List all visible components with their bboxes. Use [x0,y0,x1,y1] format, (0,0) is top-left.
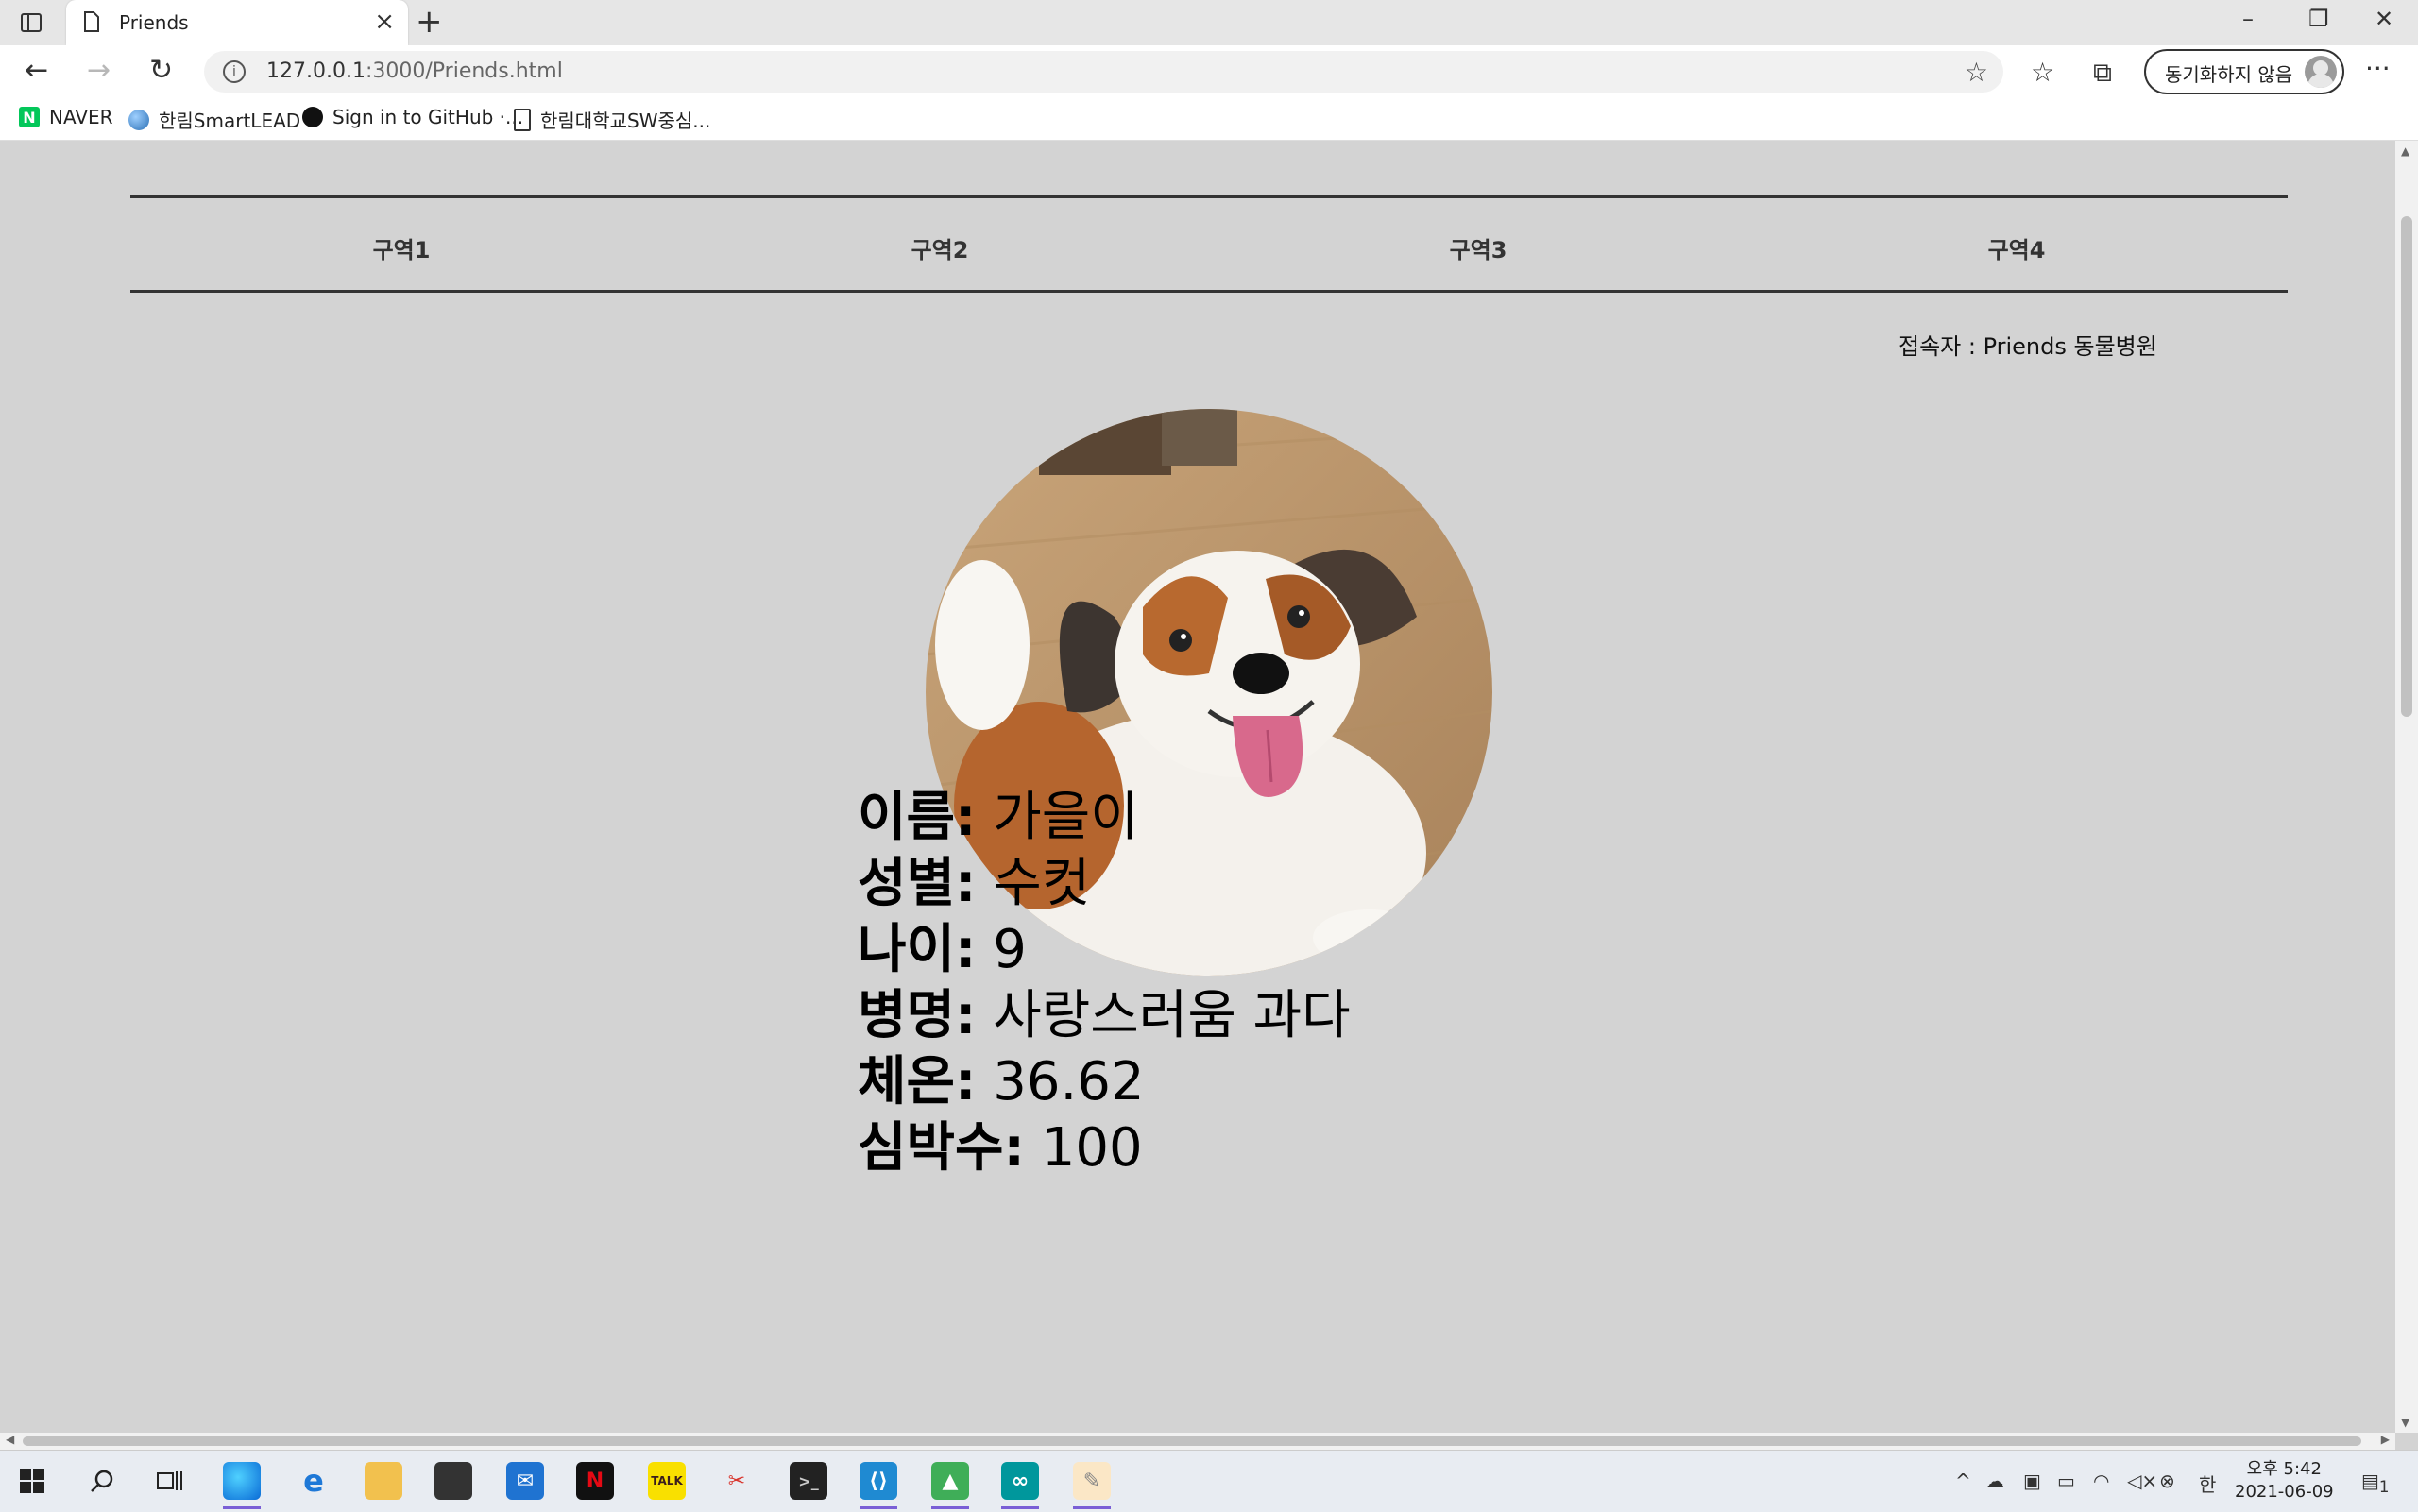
store-icon[interactable] [434,1462,472,1500]
nav-link-area2[interactable]: 구역2 [845,231,1034,264]
close-circle-icon[interactable]: ⊗ [2159,1470,2175,1492]
collections-icon[interactable]: ⧉ [2093,57,2112,89]
add-favorite-icon[interactable]: ☆ [1965,57,1988,88]
pet-heartrate-label: 심박수: [858,1117,1025,1179]
page-icon [83,11,100,36]
kakaotalk-icon[interactable]: TALK [648,1462,686,1500]
sync-label: 동기화하지 않음 [2165,63,2293,86]
nav-link-area1[interactable]: 구역1 [307,231,496,264]
vertical-scrollbar[interactable]: ▲ ▼ [2395,141,2418,1433]
tab-bar: Priends × + – ❐ ✕ [0,0,2418,45]
notification-icon[interactable]: ▤1 [2361,1470,2390,1496]
horizontal-scrollbar[interactable]: ◀ ▶ [0,1433,2395,1450]
pet-age-label: 나이: [858,919,977,980]
github-icon [302,107,323,127]
battery-icon[interactable]: ▭ [2057,1470,2075,1492]
bookmarks-bar: N NAVER 한림SmartLEAD Sign in to GitHub ·.… [0,98,2418,141]
close-window-icon[interactable]: ✕ [2375,6,2393,32]
url-text[interactable]: 127.0.0.1:3000/Priends.html [266,59,563,83]
pet-temp-row: 체온: 36.62 [858,1049,1145,1115]
search-icon[interactable] [83,1462,121,1500]
globe-icon [128,109,149,130]
minimize-icon[interactable]: – [2242,6,2254,32]
horizontal-scroll-thumb[interactable] [23,1436,2361,1446]
nav-link-area3[interactable]: 구역3 [1384,231,1573,264]
pet-heartrate-row: 심박수: 100 [858,1115,1143,1181]
nav-bottom-rule [130,290,2288,293]
pet-disease: 사랑스러움 과다 [993,985,1351,1046]
vscode-icon[interactable]: ⟨⟩ [860,1462,897,1509]
pet-sex-label: 성별: [858,853,977,914]
visitor-text: 접속자 : Priends 동물병원 [1899,333,2157,360]
nodejs-icon[interactable]: ▲ [931,1462,969,1509]
wifi-icon[interactable]: ◠ [2093,1470,2109,1492]
start-icon[interactable] [13,1462,51,1500]
favorites-icon[interactable]: ☆ [2031,57,2054,88]
page-icon [514,108,531,131]
clock-date: 2021-06-09 [2235,1482,2334,1502]
scroll-left-icon[interactable]: ◀ [6,1433,14,1446]
paint-icon[interactable]: ✎ [1073,1462,1111,1509]
restore-icon[interactable]: ❐ [2308,6,2329,32]
volume-muted-icon[interactable]: ◁× [2127,1470,2157,1492]
scroll-down-icon[interactable]: ▼ [2401,1416,2409,1429]
bookmark-github[interactable]: Sign in to GitHub ·... [302,106,523,128]
pet-sex-row: 성별: 수컷 [858,851,1090,917]
close-tab-icon[interactable]: × [374,9,395,34]
ime-indicator[interactable]: 한 [2199,1470,2216,1497]
nav-top-rule [130,195,2288,198]
address-bar[interactable]: i 127.0.0.1:3000/Priends.html ☆ [204,51,2003,93]
meet-now-icon[interactable]: ▣ [2023,1470,2041,1492]
clock[interactable]: 오후 5:42 2021-06-09 [2235,1458,2334,1504]
profile-button[interactable]: 동기화하지 않음 [2144,49,2344,94]
arduino-icon[interactable]: ∞ [1001,1462,1039,1509]
tab-title: Priends [119,11,189,34]
refresh-icon[interactable]: ↻ [149,57,173,85]
pet-heartrate: 100 [1041,1117,1143,1179]
mail-icon[interactable]: ✉ [506,1462,544,1500]
bookmark-hallym-sw[interactable]: 한림대학교SW중심... [514,106,710,133]
taskbar: e ✉ N TALK ✂ >_ ⟨⟩ ▲ ∞ ✎ ^ ☁ ▣ ▭ ◠ ◁× ⊗ … [0,1450,2418,1512]
pet-temp: 36.62 [993,1051,1145,1113]
netflix-icon[interactable]: N [576,1462,614,1500]
pet-temp-label: 체온: [858,1051,977,1113]
pet-name-label: 이름: [858,787,977,848]
pet-disease-row: 병명: 사랑스러움 과다 [858,983,1351,1049]
more-icon[interactable]: ··· [2365,53,2391,84]
back-icon[interactable]: ← [25,57,48,85]
notification-count: 1 [2378,1478,2390,1496]
pet-disease-label: 병명: [858,985,977,1046]
onedrive-icon[interactable]: ☁ [1985,1470,2004,1492]
bookmark-naver[interactable]: N NAVER [19,106,113,128]
show-hidden-icons-icon[interactable]: ^ [1955,1470,1971,1492]
file-explorer-icon[interactable] [365,1462,402,1500]
avatar [2305,56,2337,88]
scroll-up-icon[interactable]: ▲ [2401,144,2409,158]
pet-name-row: 이름: 가을이 [858,785,1139,851]
naver-icon: N [19,107,40,127]
task-view-icon[interactable] [151,1462,189,1500]
snip-icon[interactable]: ✂ [718,1462,756,1500]
new-tab-icon[interactable]: + [416,6,443,38]
browser-tab[interactable]: Priends × [66,0,408,45]
forward-icon[interactable]: → [87,57,111,85]
bookmark-smartlead[interactable]: 한림SmartLEAD [128,106,300,133]
page-viewport: 구역1 구역2 구역3 구역4 접속자 : Priends 동물병원 이름: 가… [0,141,2395,1433]
vertical-scroll-thumb[interactable] [2401,216,2412,717]
pet-age-row: 나이: 9 [858,917,1027,983]
pet-name: 가을이 [993,787,1139,848]
internet-explorer-icon[interactable]: e [295,1462,332,1500]
clock-time: 오후 5:42 [2246,1459,2322,1479]
pet-sex: 수컷 [993,853,1091,914]
site-info-icon[interactable]: i [223,60,246,83]
edge-icon[interactable] [223,1462,261,1509]
scroll-right-icon[interactable]: ▶ [2381,1433,2390,1446]
tab-actions-icon[interactable] [17,9,45,36]
nav-link-area4[interactable]: 구역4 [1922,231,2111,264]
pet-age: 9 [993,919,1027,980]
terminal-icon[interactable]: >_ [790,1462,827,1500]
